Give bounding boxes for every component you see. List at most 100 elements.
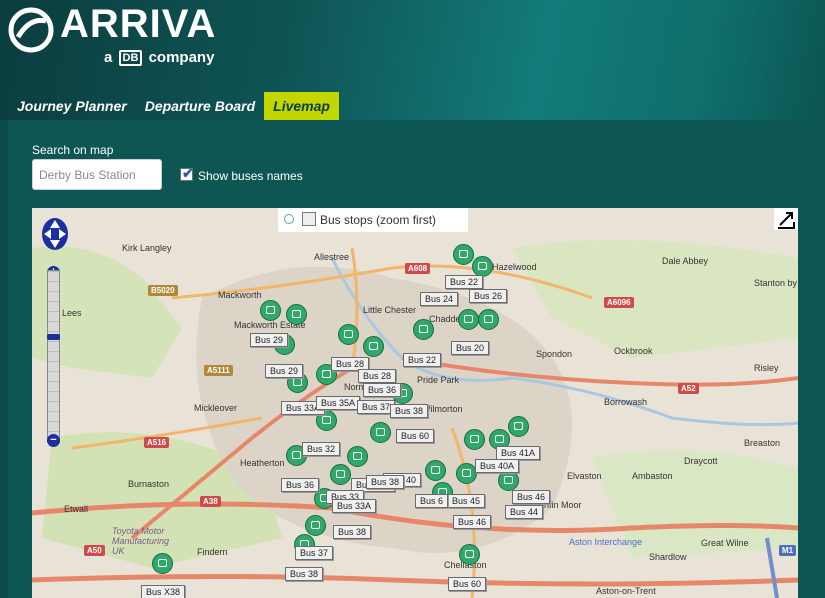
- show-names-checkbox[interactable]: ✔: [180, 165, 194, 181]
- bus-marker[interactable]: [363, 336, 384, 357]
- bus-label: Bus 29: [265, 364, 304, 378]
- bus-marker[interactable]: [453, 244, 474, 265]
- bus-label: Bus 22: [403, 353, 442, 367]
- bus-marker[interactable]: [459, 544, 480, 565]
- place-label: Aston-on-Trent: [596, 586, 656, 596]
- bus-marker[interactable]: [347, 446, 368, 467]
- livemap-panel: Search on map Derby Bus Station ✔ Show b…: [8, 120, 825, 598]
- place-label: Ockbrook: [614, 346, 653, 356]
- bus-label: Bus X38: [141, 585, 186, 598]
- road-label: A5111: [204, 365, 233, 376]
- place-label: Findern: [197, 547, 228, 557]
- show-names-label: Show buses names: [198, 169, 303, 183]
- place-label: Elvaston: [567, 471, 602, 481]
- search-input[interactable]: Derby Bus Station: [32, 159, 162, 190]
- road-label: M1: [779, 545, 797, 556]
- bus-marker[interactable]: [456, 463, 477, 484]
- db-logo: DB: [118, 50, 143, 66]
- bus-label: Bus 60: [396, 429, 435, 443]
- bus-marker[interactable]: [260, 300, 281, 321]
- road-label: A6096: [604, 297, 634, 308]
- road-label: A516: [144, 437, 170, 448]
- bus-marker[interactable]: [330, 464, 351, 485]
- place-label: Little Chester: [363, 305, 417, 315]
- bus-label: Bus 24: [420, 292, 459, 306]
- bus-marker[interactable]: [464, 429, 485, 450]
- place-label: Aston Interchange: [569, 537, 643, 547]
- bus-label: Bus 45: [447, 494, 486, 508]
- road-label: B5020: [148, 285, 178, 296]
- brand-tagline: a DB company: [104, 49, 215, 66]
- pan-control-icon[interactable]: [40, 214, 70, 254]
- header: ARRIVA a DB company Journey Planner Depa…: [0, 0, 825, 120]
- bus-label: Bus 46: [453, 515, 492, 529]
- bus-label: Bus 28: [358, 369, 397, 383]
- bus-marker[interactable]: [508, 416, 529, 437]
- bus-label: Bus 38: [285, 567, 324, 581]
- place-label: Great Wilne: [701, 538, 749, 548]
- bus-label: Bus 38: [366, 475, 405, 489]
- bus-stops-label: Bus stops (zoom first): [320, 213, 437, 227]
- zoom-slider-handle[interactable]: [47, 334, 60, 340]
- fullscreen-icon[interactable]: [774, 208, 798, 230]
- road-label: A608: [405, 263, 431, 274]
- place-label: Wilmorton: [422, 404, 463, 414]
- place-label: Ambaston: [632, 471, 673, 481]
- bus-label: Bus 41A: [496, 446, 541, 460]
- place-label: Shardlow: [649, 552, 687, 562]
- bus-label: Bus 36: [281, 478, 320, 492]
- zoom-out-button[interactable]: −: [47, 434, 60, 447]
- bus-marker[interactable]: [286, 304, 307, 325]
- tab-livemap[interactable]: Livemap: [264, 92, 339, 120]
- place-label: Borrowash: [604, 397, 648, 407]
- bus-label: Bus 22: [445, 275, 484, 289]
- bus-label: Bus 37: [295, 546, 334, 560]
- bus-marker[interactable]: [413, 319, 434, 340]
- bus-label: Bus 44: [505, 505, 544, 519]
- bus-marker[interactable]: [498, 470, 519, 491]
- place-label: Etwall: [64, 504, 89, 514]
- bus-label: Bus 29: [250, 333, 289, 347]
- bus-label: Bus 33A: [332, 499, 377, 513]
- bus-marker[interactable]: [152, 553, 173, 574]
- live-map[interactable]: Kirk Langley Allestree Dale Abbey Stanto…: [32, 208, 798, 598]
- place-label: Toyota Motor Manufacturing UK: [112, 526, 170, 556]
- bus-label: Bus 35A: [316, 396, 361, 410]
- layer-radio-icon[interactable]: [284, 214, 294, 224]
- search-label: Search on map: [32, 143, 114, 157]
- bus-label: Bus 20: [451, 341, 490, 355]
- bus-marker[interactable]: [478, 309, 499, 330]
- zoom-slider[interactable]: [47, 270, 60, 442]
- place-label: Stanton by: [754, 278, 798, 288]
- tab-journey-planner[interactable]: Journey Planner: [8, 92, 136, 120]
- bus-marker[interactable]: [370, 422, 391, 443]
- place-label: Spondon: [536, 349, 573, 359]
- bus-label: Bus 40A: [475, 459, 520, 473]
- road-label: A50: [84, 545, 105, 556]
- brand-name: ARRIVA: [60, 2, 217, 46]
- road-label: A52: [678, 383, 699, 394]
- bus-marker[interactable]: [458, 309, 479, 330]
- tab-departure-board[interactable]: Departure Board: [136, 92, 264, 120]
- bus-marker[interactable]: [472, 256, 493, 277]
- bus-stops-control: Bus stops (zoom first): [278, 208, 468, 232]
- place-label: Draycott: [684, 456, 718, 466]
- bus-stops-checkbox[interactable]: [302, 212, 316, 226]
- main-nav: Journey Planner Departure Board Livemap: [8, 92, 339, 120]
- bus-label: Bus 60: [448, 577, 487, 591]
- place-label: Mackworth: [218, 290, 262, 300]
- checkmark-icon: ✔: [182, 165, 194, 181]
- place-label: Heatherton: [240, 458, 285, 468]
- bus-marker[interactable]: [425, 460, 446, 481]
- bus-label: Bus 46: [512, 490, 551, 504]
- bus-label: Bus 6: [415, 494, 449, 508]
- place-label: Lees: [62, 308, 82, 318]
- place-label: Kirk Langley: [122, 243, 172, 253]
- place-label: Burnaston: [128, 479, 170, 489]
- bus-label: Bus 38: [333, 525, 372, 539]
- place-label: Mickleover: [194, 403, 238, 413]
- bus-label: Bus 36: [363, 383, 402, 397]
- bus-marker[interactable]: [338, 324, 359, 345]
- bus-marker[interactable]: [305, 515, 326, 536]
- arriva-logo-icon: [8, 7, 54, 53]
